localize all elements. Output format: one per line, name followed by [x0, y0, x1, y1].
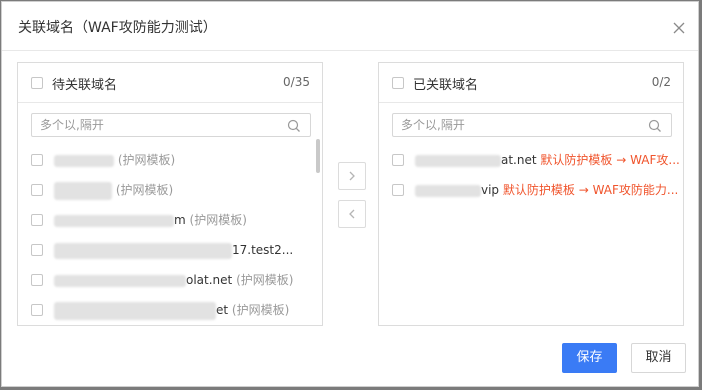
list-item[interactable]: at.net 默认防护模板 → WAF攻... — [379, 149, 683, 179]
pending-count: 0/35 — [283, 75, 310, 89]
template-tag: (护网模板) — [231, 303, 290, 317]
pending-search-box — [31, 113, 311, 137]
associated-domains-panel: 已关联域名 0/2 at.net 默认防护模板 → WAF攻... vip 默认… — [378, 62, 684, 326]
template-mapping: 默认防护模板 → WAF攻防能力... — [502, 183, 679, 197]
close-icon[interactable] — [672, 20, 686, 34]
dialog-header: 关联域名（WAF攻防能力测试） — [2, 2, 698, 51]
domain-checkbox[interactable] — [31, 154, 43, 166]
associate-domain-dialog: 关联域名（WAF攻防能力测试） 待关联域名 0/35 (护网模板) (护网 — [1, 1, 699, 387]
domain-checkbox[interactable] — [392, 154, 404, 166]
domain-text: vip — [481, 183, 500, 197]
associated-count: 0/2 — [651, 75, 671, 89]
redacted-domain — [54, 242, 232, 259]
domain-checkbox[interactable] — [31, 304, 43, 316]
list-item[interactable]: olat.net (护网模板) — [18, 269, 322, 299]
domain-text: at.net — [501, 153, 537, 167]
domain-checkbox[interactable] — [31, 274, 43, 286]
domain-text: olat.net — [186, 273, 233, 287]
list-item[interactable]: (护网模板) — [18, 149, 322, 179]
associated-panel-title: 已关联域名 — [413, 78, 479, 93]
redacted-domain — [54, 154, 114, 167]
associated-panel-header: 已关联域名 0/2 — [379, 63, 683, 103]
move-left-button[interactable] — [338, 200, 366, 228]
associated-search-box — [392, 113, 672, 137]
domain-text: 17.test2... — [232, 243, 294, 257]
select-all-associated-checkbox[interactable] — [392, 77, 404, 89]
domain-checkbox[interactable] — [31, 244, 43, 256]
template-tag: (护网模板) — [189, 213, 247, 227]
search-icon[interactable] — [648, 118, 662, 132]
redacted-domain — [415, 154, 501, 167]
domain-text: m — [174, 213, 186, 227]
pending-search-input[interactable] — [40, 115, 280, 135]
associated-search-input[interactable] — [401, 115, 641, 135]
move-right-button[interactable] — [338, 162, 366, 190]
associated-domain-list: at.net 默认防护模板 → WAF攻... vip 默认防护模板 → WAF… — [379, 149, 683, 209]
template-tag: (护网模板) — [117, 153, 176, 167]
save-button[interactable]: 保存 — [562, 343, 617, 373]
select-all-pending-checkbox[interactable] — [31, 77, 43, 89]
redacted-domain — [54, 214, 174, 227]
template-tag: (护网模板) — [236, 273, 294, 287]
domain-checkbox[interactable] — [31, 184, 43, 196]
cancel-button[interactable]: 取消 — [631, 343, 686, 373]
redacted-domain — [54, 274, 186, 287]
search-icon[interactable] — [287, 118, 301, 132]
list-item[interactable]: m (护网模板) — [18, 209, 322, 239]
domain-checkbox[interactable] — [392, 184, 404, 196]
template-tag: (护网模板) — [115, 183, 174, 197]
pending-panel-title: 待关联域名 — [52, 78, 118, 93]
domain-checkbox[interactable] — [31, 214, 43, 226]
pending-domains-panel: 待关联域名 0/35 (护网模板) (护网模板) m (护网模板) — [17, 62, 323, 326]
pending-domain-list: (护网模板) (护网模板) m (护网模板) 17.test2... olat.… — [18, 149, 322, 325]
redacted-domain — [54, 301, 216, 320]
list-item[interactable]: (护网模板) — [18, 179, 322, 209]
redacted-domain — [415, 184, 481, 197]
template-mapping: 默认防护模板 → WAF攻... — [540, 153, 680, 167]
list-item[interactable]: et (护网模板) — [18, 299, 322, 325]
list-item[interactable]: vip 默认防护模板 → WAF攻防能力... — [379, 179, 683, 209]
dialog-title: 关联域名（WAF攻防能力测试） — [18, 20, 217, 36]
domain-text: et — [216, 303, 229, 317]
list-item[interactable]: 17.test2... — [18, 239, 322, 269]
pending-panel-header: 待关联域名 0/35 — [18, 63, 322, 103]
redacted-domain — [54, 181, 112, 200]
